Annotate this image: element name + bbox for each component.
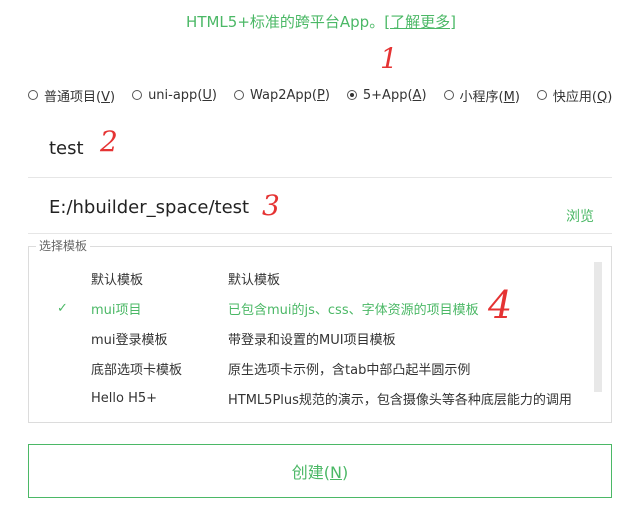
radio-5plus-app[interactable]: 5+App(A)	[346, 87, 427, 103]
radio-circle-icon	[443, 90, 454, 100]
radio-label: 5+App(A)	[362, 87, 427, 103]
radio-wap2app[interactable]: Wap2App(P)	[233, 87, 330, 103]
radio-checked-icon	[346, 90, 357, 100]
header-text: HTML5+标准的跨平台App。	[186, 13, 385, 31]
radio-mini-program[interactable]: 小程序(M)	[443, 86, 520, 105]
radio-label: 普通项目(V)	[44, 89, 116, 105]
template-name: mui项目	[91, 302, 142, 318]
radio-circle-icon	[233, 90, 244, 100]
template-group: 选择模板 默认模板 默认模板 ✓ mui项目 已包含mui的js、css、字体资…	[28, 238, 612, 423]
annotation-2: 2	[100, 125, 118, 158]
template-name: mui登录模板	[91, 332, 168, 348]
template-section-label: 选择模板	[36, 238, 91, 254]
template-row-mui-login[interactable]: mui登录模板 带登录和设置的MUI项目模板	[29, 323, 599, 353]
template-row-mui[interactable]: ✓ mui项目 已包含mui的js、css、字体资源的项目模板	[29, 293, 599, 323]
template-desc: 已包含mui的js、css、字体资源的项目模板	[228, 302, 479, 318]
radio-label: uni-app(U)	[148, 87, 217, 103]
radio-circle-icon	[28, 90, 38, 100]
create-button-label: 创建(N)	[291, 463, 349, 482]
learn-more-link[interactable]: [了解更多]	[384, 13, 456, 31]
create-button[interactable]: 创建(N)	[28, 444, 612, 498]
radio-quick-app[interactable]: 快应用(Q)	[536, 86, 613, 105]
check-icon: ✓	[57, 300, 68, 316]
template-row-bottom-tab[interactable]: 底部选项卡模板 原生选项卡示例，含tab中部凸起半圆示例	[29, 353, 599, 383]
template-name: 默认模板	[91, 272, 144, 288]
radio-uni-app[interactable]: uni-app(U)	[132, 88, 217, 103]
template-desc: HTML5Plus规范的演示，包含摄像头等各种底层能力的调用	[228, 392, 572, 408]
radio-circle-icon	[536, 90, 547, 100]
template-name: Hello H5+	[91, 390, 158, 406]
radio-label: Wap2App(P)	[249, 87, 330, 103]
browse-button[interactable]: 浏览	[566, 206, 594, 226]
template-list: 默认模板 默认模板 ✓ mui项目 已包含mui的js、css、字体资源的项目模…	[29, 263, 599, 413]
annotation-3: 3	[262, 189, 280, 222]
project-name-value: test	[49, 138, 84, 159]
project-path-value: E:/hbuilder_space/test	[49, 197, 250, 218]
annotation-4: 4	[488, 283, 513, 327]
radio-label: 快应用(Q)	[552, 89, 613, 105]
radio-circle-icon	[132, 90, 143, 100]
template-desc: 带登录和设置的MUI项目模板	[228, 332, 396, 348]
template-row-default[interactable]: 默认模板 默认模板	[29, 263, 599, 293]
project-path-field[interactable]: E:/hbuilder_space/test 浏览	[28, 178, 612, 234]
radio-normal-project[interactable]: 普通项目(V)	[28, 86, 115, 105]
template-desc: 默认模板	[228, 272, 281, 288]
annotation-1: 1	[380, 42, 398, 75]
template-desc: 原生选项卡示例，含tab中部凸起半圆示例	[228, 362, 471, 378]
template-scrollbar[interactable]	[594, 262, 602, 392]
header-banner: HTML5+标准的跨平台App。[了解更多]	[0, 10, 642, 34]
radio-label: 小程序(M)	[459, 89, 520, 105]
project-type-group: 普通项目(V) uni-app(U) Wap2App(P) 5+App(A) 小…	[28, 84, 618, 106]
template-name: 底部选项卡模板	[91, 362, 183, 378]
template-row-hello-h5[interactable]: Hello H5+ HTML5Plus规范的演示，包含摄像头等各种底层能力的调用	[29, 383, 599, 413]
